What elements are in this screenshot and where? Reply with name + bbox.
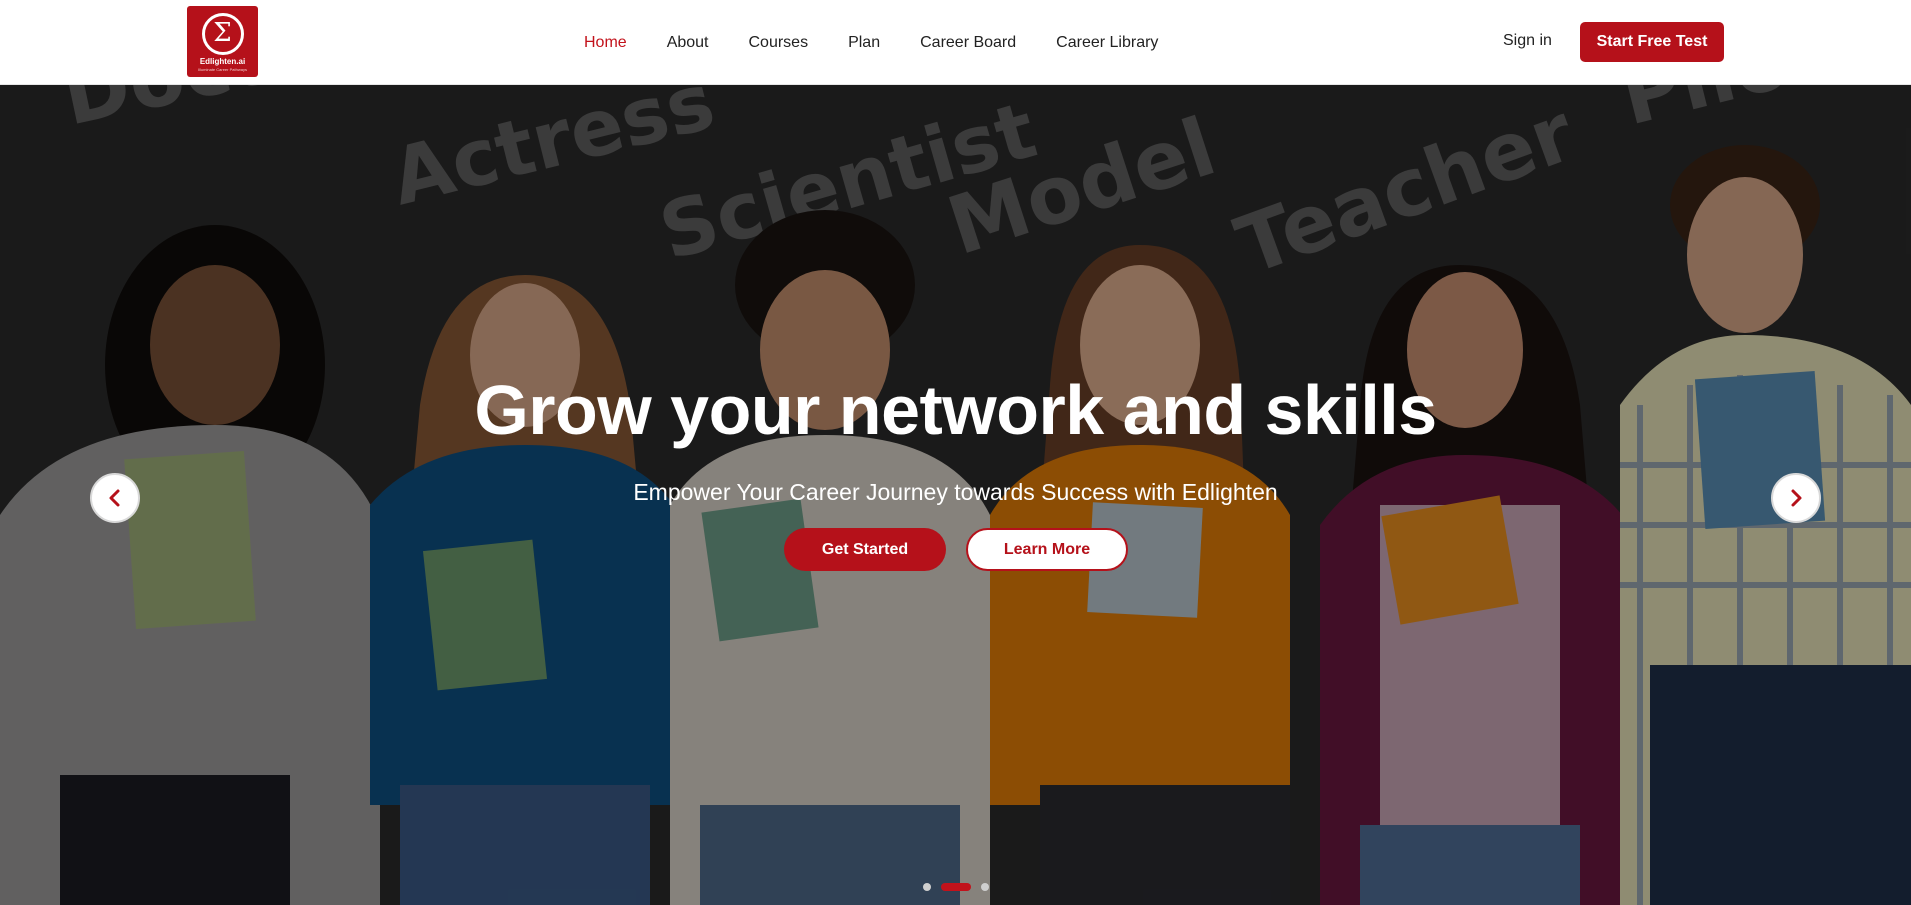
nav-item-career-board[interactable]: Career Board bbox=[920, 34, 1016, 52]
main-nav: Home About Courses Plan Career Board Car… bbox=[584, 0, 1198, 85]
chevron-right-icon bbox=[1791, 489, 1802, 507]
carousel-dot-active[interactable] bbox=[940, 883, 971, 891]
carousel-dot[interactable] bbox=[980, 883, 989, 891]
carousel-indicators bbox=[0, 883, 1911, 891]
nav-item-about[interactable]: About bbox=[667, 34, 709, 52]
carousel-prev-button[interactable] bbox=[90, 473, 140, 523]
sigma-icon: Σ bbox=[201, 13, 244, 55]
site-header: Σ Edlighten.ai Illuminate Career Pathway… bbox=[0, 0, 1911, 85]
hero-subtitle: Empower Your Career Journey towards Succ… bbox=[633, 479, 1278, 505]
learn-more-button[interactable]: Learn More bbox=[966, 528, 1128, 571]
get-started-button[interactable]: Get Started bbox=[784, 528, 946, 571]
nav-item-courses[interactable]: Courses bbox=[749, 34, 809, 52]
brand-name: Edlighten.ai bbox=[199, 57, 246, 66]
brand-tagline: Illuminate Career Pathways bbox=[198, 67, 247, 72]
sign-in-link[interactable]: Sign in bbox=[1503, 32, 1552, 50]
nav-item-home[interactable]: Home bbox=[584, 34, 627, 52]
hero-carousel: Doctor Actress Scientist Model Teacher P… bbox=[0, 85, 1911, 905]
carousel-dot[interactable] bbox=[922, 883, 931, 891]
chevron-left-icon bbox=[109, 489, 120, 507]
nav-item-career-library[interactable]: Career Library bbox=[1056, 34, 1158, 52]
start-free-test-button[interactable]: Start Free Test bbox=[1580, 22, 1724, 62]
carousel-next-button[interactable] bbox=[1771, 473, 1821, 523]
nav-item-plan[interactable]: Plan bbox=[848, 34, 880, 52]
hero-title: Grow your network and skills bbox=[474, 371, 1437, 449]
brand-logo[interactable]: Σ Edlighten.ai Illuminate Career Pathway… bbox=[187, 6, 258, 77]
